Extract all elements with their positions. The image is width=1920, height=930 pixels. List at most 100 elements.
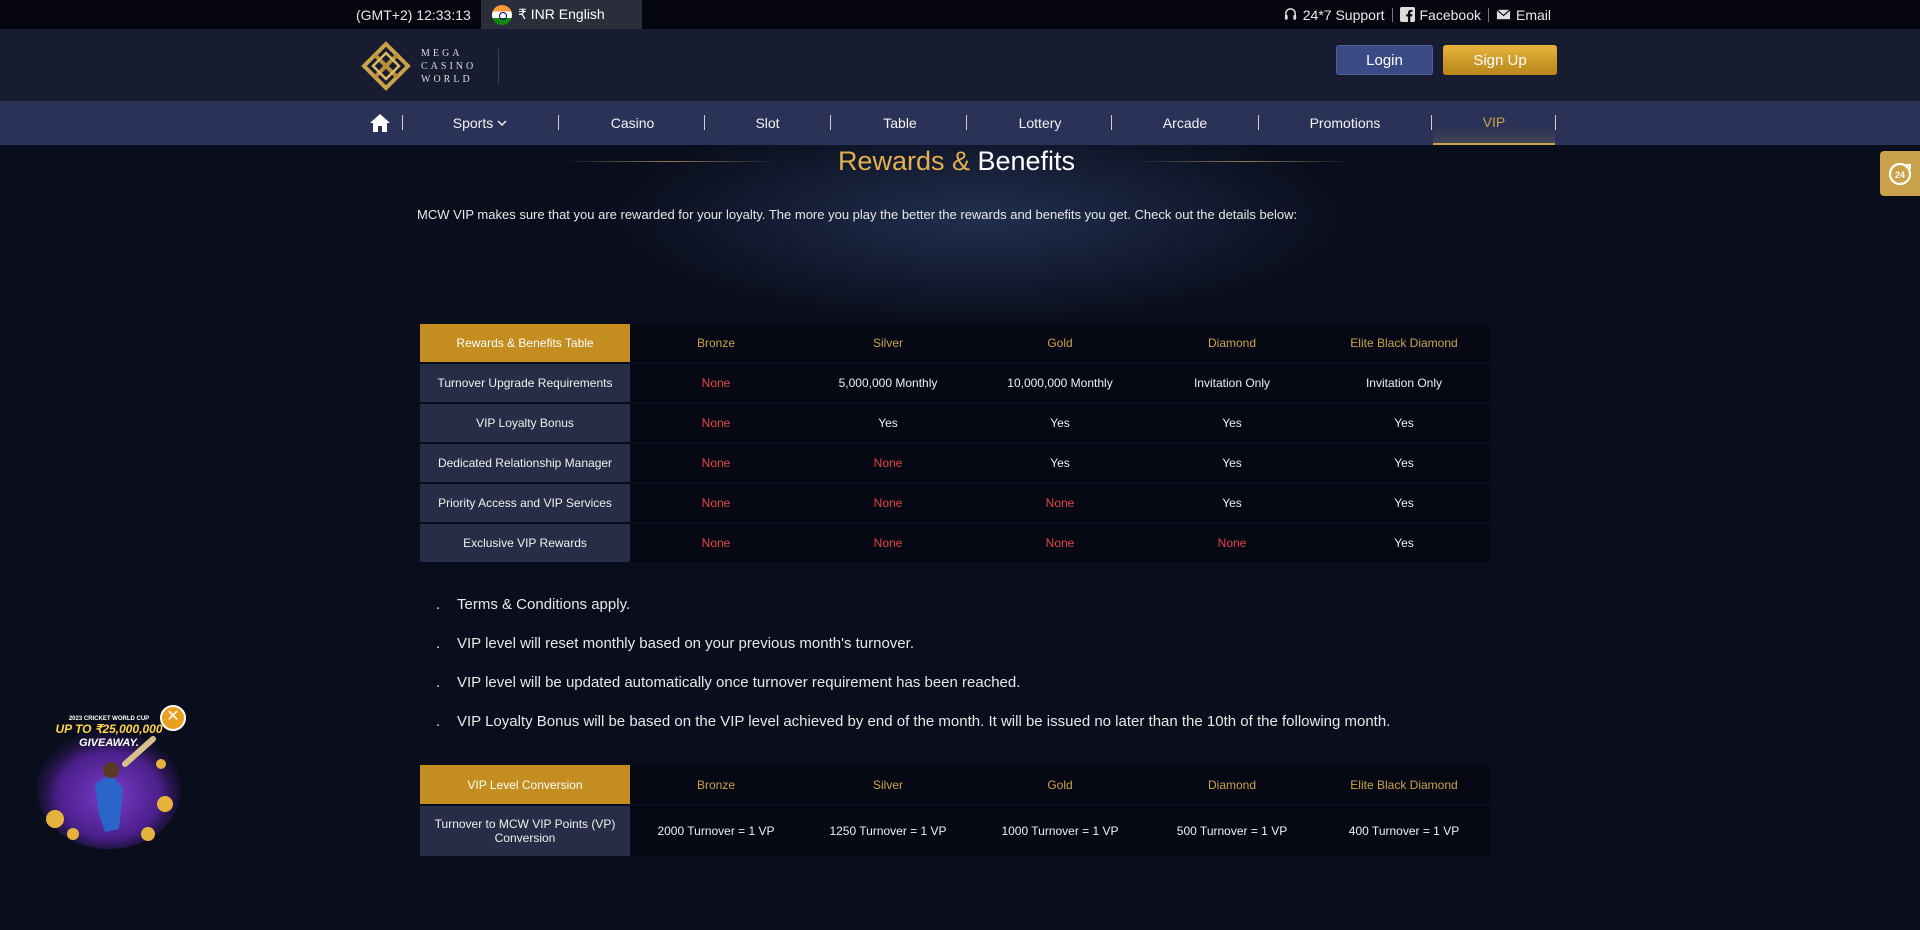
table-cell: 5,000,000 Monthly [802,363,974,404]
table-cell: Invitation Only [1146,363,1318,404]
site-logo[interactable]: MEGA CASINO WORLD [361,41,476,91]
facebook-icon [1399,7,1415,22]
note-text: Terms & Conditions apply. [457,596,631,613]
table-cell: 1250 Turnover = 1 VP [802,805,974,858]
logo-text: MEGA CASINO WORLD [421,47,476,86]
table-cell: Yes [1318,483,1490,524]
nav-divider [402,115,403,130]
home-icon[interactable] [369,112,391,134]
list-item: . Terms & Conditions apply. [436,596,1390,635]
terms-notes-list: . Terms & Conditions apply. . VIP level wi… [436,596,1390,752]
row-label: Exclusive VIP Rewards [420,523,630,564]
table-header-cell: Bronze [630,765,802,806]
facebook-link[interactable]: Facebook [1399,6,1481,23]
note-text: VIP level will reset monthly based on yo… [457,635,914,652]
main-nav: Sports Casino Slot Table Lottery Arcade … [0,101,1920,145]
table-cell: 10,000,000 Monthly [974,363,1146,404]
table-cell: Yes [1318,403,1490,444]
table-cell: 500 Turnover = 1 VP [1146,805,1318,858]
title-white-part: Benefits [969,146,1076,176]
divider [498,49,499,85]
divider [1391,7,1393,22]
logo-emblem-icon [361,41,411,91]
table-row: VIP Loyalty Bonus None Yes Yes Yes Yes [420,403,1490,444]
nav-label: Sports [452,115,494,131]
table-header-cell: Bronze [630,324,802,364]
support-24-icon: 24 [1888,162,1912,185]
nav-divider [966,115,967,130]
table-cell: None [802,443,974,484]
nav-item-sports[interactable]: Sports [420,101,540,145]
logo-word: WORLD [421,73,473,85]
signup-button[interactable]: Sign Up [1443,45,1557,75]
divider [1487,7,1489,22]
language-label: ₹ INR English [518,6,605,22]
top-links: 24*7 Support Facebook Email [1283,0,1551,29]
nav-item-arcade[interactable]: Arcade [1120,101,1250,145]
facebook-label: Facebook [1419,6,1481,23]
support-label: 24*7 Support [1302,6,1385,23]
india-flag-icon [492,4,512,25]
svg-text:24: 24 [1895,170,1905,180]
promo-line-3: GIVEAWAY. [79,737,139,749]
language-currency-selector[interactable]: ₹ INR English [481,0,642,29]
table-header-cell: VIP Level Conversion [420,765,630,806]
live-support-button[interactable]: 24 [1880,151,1920,196]
close-icon[interactable]: ✕ [160,705,186,731]
top-bar: (GMT+2) 12:33:13 ₹ INR English 24*7 Supp… [0,0,1920,29]
clock: (GMT+2) 12:33:13 [356,7,471,23]
row-label: VIP Loyalty Bonus [420,403,630,444]
vip-conversion-table: VIP Level Conversion Bronze Silver Gold … [420,765,1490,858]
table-cell: None [630,523,802,564]
nav-divider [1258,115,1259,130]
nav-item-slot[interactable]: Slot [710,101,825,145]
row-label: Dedicated Relationship Manager [420,443,630,484]
table-header-cell: Rewards & Benefits Table [420,324,630,364]
table-row: Turnover to MCW VIP Points (VP) Conversi… [420,805,1490,858]
section-title: Rewards & Benefits [779,146,1134,176]
login-button[interactable]: Login [1336,45,1433,75]
support-link[interactable]: 24*7 Support [1283,7,1385,23]
nav-item-vip[interactable]: VIP [1433,101,1555,145]
rewards-benefits-table: Rewards & Benefits Table Bronze Silver G… [420,324,1490,564]
nav-item-promotions[interactable]: Promotions [1265,101,1425,145]
row-label: Turnover to MCW VIP Points (VP) Conversi… [420,805,630,858]
table-header-cell: Elite Black Diamond [1318,765,1490,806]
nav-item-table[interactable]: Table [840,101,960,145]
table-cell: Yes [1318,443,1490,484]
table-header-row: Rewards & Benefits Table Bronze Silver G… [420,324,1490,364]
table-header-cell: Diamond [1146,765,1318,806]
note-text: VIP Loyalty Bonus will be based on the V… [457,713,1391,730]
logo-word: MEGA [421,47,463,59]
headset-icon [1284,8,1296,20]
table-cell: None [630,403,802,444]
table-cell: Yes [1146,403,1318,444]
table-cell: None [630,443,802,484]
table-cell: Invitation Only [1318,363,1490,404]
table-row: Priority Access and VIP Services None No… [420,483,1490,524]
email-link[interactable]: Email [1496,7,1551,23]
note-text: VIP level will be updated automatically … [457,674,1021,691]
nav-divider [1555,115,1556,130]
table-header-cell: Elite Black Diamond [1318,324,1490,364]
promo-line-2: UP TO ₹25,000,000 [55,722,162,736]
nav-item-casino[interactable]: Casino [570,101,695,145]
nav-divider [704,115,705,130]
table-row: Turnover Upgrade Requirements None 5,000… [420,363,1490,404]
logo-word: CASINO [421,60,477,72]
list-item: . VIP Loyalty Bonus will be based on the … [436,713,1390,752]
row-label: Priority Access and VIP Services [420,483,630,524]
table-row: Exclusive VIP Rewards None None None Non… [420,523,1490,564]
site-header: MEGA CASINO WORLD Login Sign Up [0,29,1920,101]
nav-divider [1431,115,1432,130]
chevron-down-icon [497,120,507,127]
table-cell: None [802,523,974,564]
table-header-cell: Silver [802,765,974,806]
table-cell: None [630,363,802,404]
table-cell: None [1146,523,1318,564]
table-cell: None [974,523,1146,564]
row-label: Turnover Upgrade Requirements [420,363,630,404]
nav-item-lottery[interactable]: Lottery [975,101,1105,145]
nav-divider [558,115,559,130]
table-cell: None [974,483,1146,524]
